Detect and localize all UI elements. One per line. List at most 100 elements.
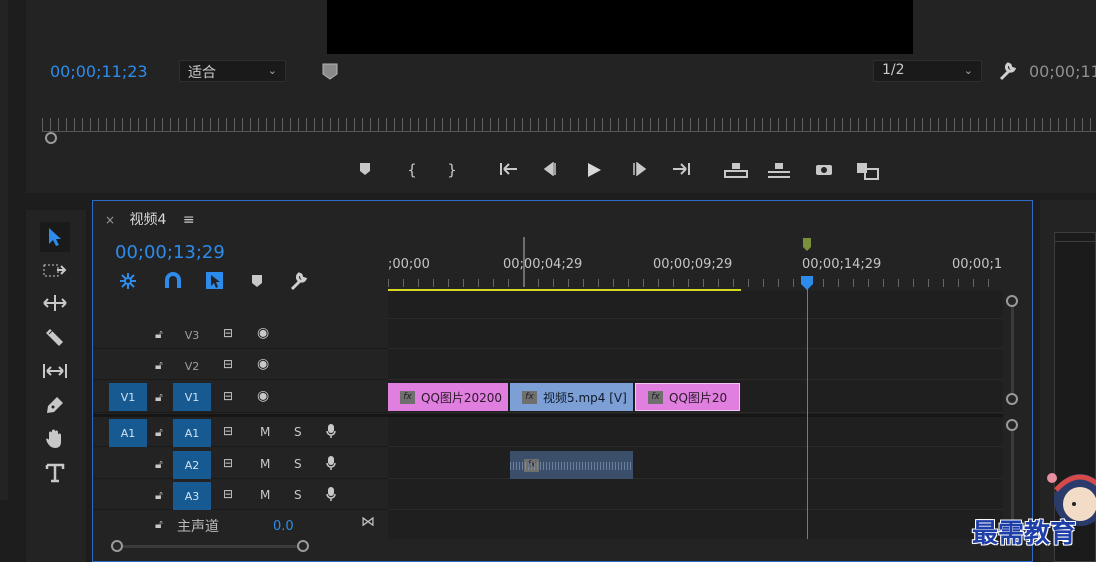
- clip-label: 视频5.mp4 [V]: [543, 390, 627, 405]
- close-icon[interactable]: ×: [105, 213, 115, 227]
- lane-a3[interactable]: [388, 480, 1003, 510]
- panel-menu-icon[interactable]: ≡: [183, 212, 195, 228]
- zoom-handle-right[interactable]: [297, 540, 309, 552]
- fx-badge-icon: fx: [648, 390, 663, 404]
- resolution-select-value: 1/2: [882, 62, 905, 78]
- comparison-view-button[interactable]: [855, 158, 881, 182]
- go-to-in-button[interactable]: [497, 158, 521, 182]
- lock-icon[interactable]: 🔓︎: [155, 327, 163, 342]
- right-panel-header: [1054, 232, 1096, 242]
- mark-in-button[interactable]: {: [400, 158, 424, 182]
- lane-a2[interactable]: fx: [388, 449, 1003, 479]
- monitor-timecode[interactable]: 00;00;11;23: [50, 62, 148, 81]
- ruler-ticks: [388, 279, 1003, 287]
- sync-lock-icon[interactable]: ⊟: [223, 357, 233, 371]
- pen-tool[interactable]: [40, 390, 70, 420]
- microphone-icon[interactable]: [326, 423, 336, 442]
- clip-v1[interactable]: fx QQ图片20: [635, 383, 740, 411]
- play-button[interactable]: [582, 158, 606, 182]
- source-patch-v1[interactable]: V1: [109, 383, 147, 411]
- track-label[interactable]: V3: [173, 321, 211, 349]
- lane-v2[interactable]: [388, 350, 1003, 380]
- sync-lock-icon[interactable]: ⊟: [223, 424, 233, 438]
- eye-icon[interactable]: ◉: [257, 325, 269, 341]
- playback-marker-icon[interactable]: [322, 63, 338, 80]
- mute-button[interactable]: M: [260, 425, 270, 439]
- track-label[interactable]: A3: [173, 482, 211, 510]
- hand-tool[interactable]: [40, 424, 70, 454]
- track-header-v2: 🔓︎ V2 ⊟ ◉: [93, 350, 388, 380]
- microphone-icon[interactable]: [326, 486, 336, 505]
- clip-v1[interactable]: fx QQ图片20200: [388, 383, 508, 411]
- bowtie-icon[interactable]: ⋈: [361, 514, 375, 530]
- lock-icon[interactable]: 🔓︎: [155, 488, 163, 503]
- add-marker-icon[interactable]: [250, 273, 264, 292]
- track-label[interactable]: V2: [173, 352, 211, 380]
- audio-waveform: [510, 462, 633, 470]
- razor-tool[interactable]: [40, 322, 70, 352]
- source-patch-a1[interactable]: A1: [109, 419, 147, 447]
- track-label[interactable]: A2: [173, 451, 211, 479]
- slip-tool[interactable]: [40, 356, 70, 386]
- lock-icon[interactable]: 🔓︎: [155, 517, 163, 532]
- playhead-line[interactable]: [807, 283, 808, 539]
- premiere-window: 00;00;11;23 适合 ⌄ 1/2 ⌄ 00;00;11 { } × 视频…: [0, 0, 1096, 562]
- ripple-edit-tool[interactable]: [40, 288, 70, 318]
- time-ruler[interactable]: ;00;00 00;00;04;29 00;00;09;29 00;00;14;…: [388, 237, 1003, 291]
- solo-button[interactable]: S: [294, 425, 302, 439]
- lane-a1[interactable]: [388, 417, 1003, 447]
- go-to-out-button[interactable]: [669, 158, 693, 182]
- lock-icon[interactable]: 🔓︎: [155, 358, 163, 373]
- clip-v1[interactable]: fx 视频5.mp4 [V]: [510, 383, 633, 411]
- track-label[interactable]: V1: [173, 383, 211, 411]
- type-tool[interactable]: [40, 458, 70, 488]
- watermark-text: 最需教育: [972, 519, 1077, 549]
- lock-icon[interactable]: 🔓︎: [155, 390, 163, 405]
- mute-button[interactable]: M: [260, 457, 270, 471]
- zoom-select[interactable]: 适合 ⌄: [179, 60, 286, 82]
- playhead-timecode[interactable]: 00;00;13;29: [115, 242, 225, 263]
- step-forward-button[interactable]: [627, 158, 651, 182]
- sequence-tab-title: 视频4: [129, 212, 167, 228]
- track-header-v3: 🔓︎ V3 ⊟ ◉: [93, 319, 388, 349]
- monitor-ruler[interactable]: [42, 118, 1096, 132]
- selection-tool[interactable]: [40, 222, 70, 252]
- lane-v3[interactable]: [388, 319, 1003, 349]
- scroll-handle-bottom[interactable]: [1006, 393, 1018, 405]
- mute-button[interactable]: M: [260, 488, 270, 502]
- sync-lock-icon[interactable]: ⊟: [223, 389, 233, 403]
- camera-icon[interactable]: [812, 158, 836, 182]
- eye-icon[interactable]: ◉: [257, 356, 269, 372]
- clip-a2-audio[interactable]: fx: [510, 451, 633, 479]
- zoom-handle-left[interactable]: [111, 540, 123, 552]
- extract-button[interactable]: [766, 158, 792, 182]
- lift-button[interactable]: [723, 158, 749, 182]
- sequence-tab[interactable]: × 视频4 ≡: [105, 209, 195, 229]
- zoom-select-value: 适合: [188, 65, 216, 81]
- master-volume[interactable]: 0.0: [273, 519, 294, 534]
- track-select-tool[interactable]: [40, 256, 70, 286]
- sync-lock-icon[interactable]: ⊟: [223, 326, 233, 340]
- eye-icon[interactable]: ◉: [257, 388, 269, 404]
- resolution-select[interactable]: 1/2 ⌄: [873, 60, 982, 82]
- track-label[interactable]: A1: [173, 419, 211, 447]
- marker-icon[interactable]: [802, 237, 812, 257]
- solo-button[interactable]: S: [294, 488, 302, 502]
- add-marker-button[interactable]: [353, 158, 377, 182]
- microphone-icon[interactable]: [326, 455, 336, 474]
- lane-v1[interactable]: fx QQ图片20200 fx 视频5.mp4 [V] fx QQ图片20: [388, 381, 1003, 413]
- sync-lock-icon[interactable]: ⊟: [223, 487, 233, 501]
- sync-lock-icon[interactable]: ⊟: [223, 456, 233, 470]
- scroll-handle-top[interactable]: [1006, 295, 1018, 307]
- video-vertical-scrollbar[interactable]: [1003, 295, 1023, 407]
- track-spacer: [93, 291, 388, 319]
- step-back-button[interactable]: [539, 158, 563, 182]
- lock-icon[interactable]: 🔓︎: [155, 425, 163, 440]
- wrench-icon[interactable]: [998, 60, 1018, 82]
- solo-button[interactable]: S: [294, 457, 302, 471]
- lock-icon[interactable]: 🔓︎: [155, 457, 163, 472]
- horizontal-zoom-scrollbar[interactable]: [111, 539, 311, 553]
- monitor-zoom-handle[interactable]: [45, 132, 57, 144]
- mark-out-button[interactable]: }: [440, 158, 464, 182]
- scroll-handle-top[interactable]: [1006, 419, 1018, 431]
